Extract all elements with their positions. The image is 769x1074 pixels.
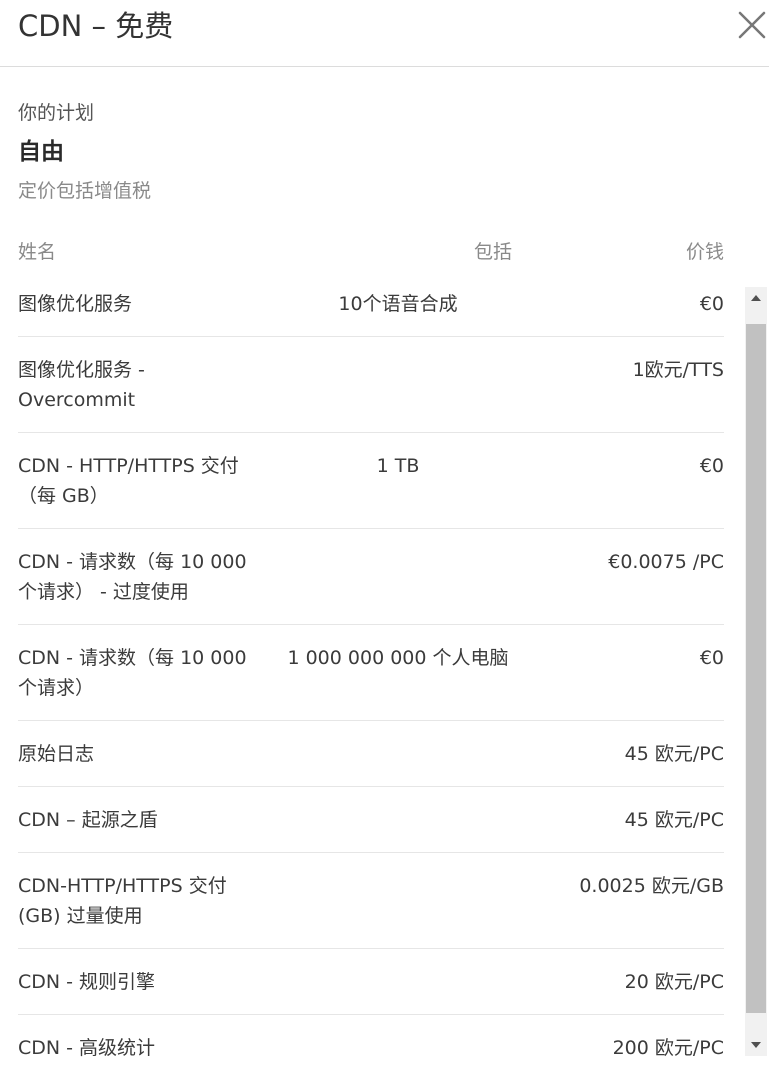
cdn-pricing-panel: CDN – 免费 你的计划 自由 定价包括增值税 姓名 包括 价钱 图像优化服务… — [0, 0, 769, 1074]
row-included: 1 000 000 000 个人电脑 — [287, 647, 509, 669]
table-row: CDN - 高级统计 200 欧元/PC — [18, 1015, 724, 1074]
row-name: 图像优化服务 — [18, 293, 133, 315]
row-price: 45 欧元/PC — [624, 809, 724, 831]
table-scrollbar[interactable] — [745, 287, 767, 1056]
row-price: €0 — [699, 293, 724, 315]
row-price: 200 欧元/PC — [612, 1037, 724, 1059]
pricing-table-rows: 图像优化服务 10个语音合成 €0 图像优化服务 - Overcommit 1欧… — [18, 271, 724, 1074]
table-row: 图像优化服务 - Overcommit 1欧元/TTS — [18, 337, 724, 433]
panel-title: CDN – 免费 — [18, 9, 174, 43]
plan-name: 自由 — [18, 139, 64, 165]
table-row: CDN - 请求数（每 10 000 个请求） 1 000 000 000 个人… — [18, 625, 724, 721]
table-row: 原始日志 45 欧元/PC — [18, 721, 724, 787]
table-row: CDN - HTTP/HTTPS 交付（每 GB） 1 TB €0 — [18, 433, 724, 529]
triangle-down-icon — [751, 1042, 761, 1048]
plan-label: 你的计划 — [18, 102, 95, 124]
row-price: €0 — [699, 455, 724, 477]
row-price: €0.0075 /PC — [608, 551, 724, 573]
row-name: 图像优化服务 - Overcommit — [18, 359, 145, 411]
panel-header: CDN – 免费 — [0, 0, 769, 67]
row-included: 10个语音合成 — [338, 293, 458, 315]
scroll-down-button[interactable] — [745, 1034, 767, 1056]
table-row: CDN-HTTP/HTTPS 交付 (GB) 过量使用 0.0025 欧元/GB — [18, 853, 724, 949]
plan-vat-note: 定价包括增值税 — [18, 180, 152, 202]
row-name: 原始日志 — [18, 743, 95, 765]
row-name: CDN – 起源之盾 — [18, 809, 158, 831]
close-icon — [738, 11, 766, 39]
row-name: CDN - 请求数（每 10 000 个请求） - 过度使用 — [18, 551, 247, 603]
scroll-thumb[interactable] — [746, 324, 766, 1013]
row-price: 45 欧元/PC — [624, 743, 724, 765]
scroll-up-button[interactable] — [745, 287, 767, 309]
table-row: CDN - 规则引擎 20 欧元/PC — [18, 949, 724, 1015]
row-price: 1欧元/TTS — [632, 359, 724, 381]
row-price: 0.0025 欧元/GB — [579, 875, 724, 897]
row-name: CDN - 规则引擎 — [18, 971, 156, 993]
row-price: €0 — [699, 647, 724, 669]
row-name: CDN-HTTP/HTTPS 交付 (GB) 过量使用 — [18, 875, 227, 927]
table-row: CDN – 起源之盾 45 欧元/PC — [18, 787, 724, 853]
column-header-price: 价钱 — [685, 241, 724, 263]
row-included: 1 TB — [376, 455, 420, 477]
table-row: CDN - 请求数（每 10 000 个请求） - 过度使用 €0.0075 /… — [18, 529, 724, 625]
column-header-name: 姓名 — [18, 241, 57, 263]
close-button[interactable] — [737, 10, 767, 40]
row-name: CDN - HTTP/HTTPS 交付（每 GB） — [18, 455, 239, 507]
table-row: 图像优化服务 10个语音合成 €0 — [18, 271, 724, 337]
row-name: CDN - 高级统计 — [18, 1037, 156, 1059]
column-header-included: 包括 — [474, 241, 513, 263]
triangle-up-icon — [751, 295, 761, 301]
row-name: CDN - 请求数（每 10 000 个请求） — [18, 647, 247, 699]
pricing-table[interactable]: 图像优化服务 10个语音合成 €0 图像优化服务 - Overcommit 1欧… — [0, 271, 769, 1074]
row-price: 20 欧元/PC — [624, 971, 724, 993]
